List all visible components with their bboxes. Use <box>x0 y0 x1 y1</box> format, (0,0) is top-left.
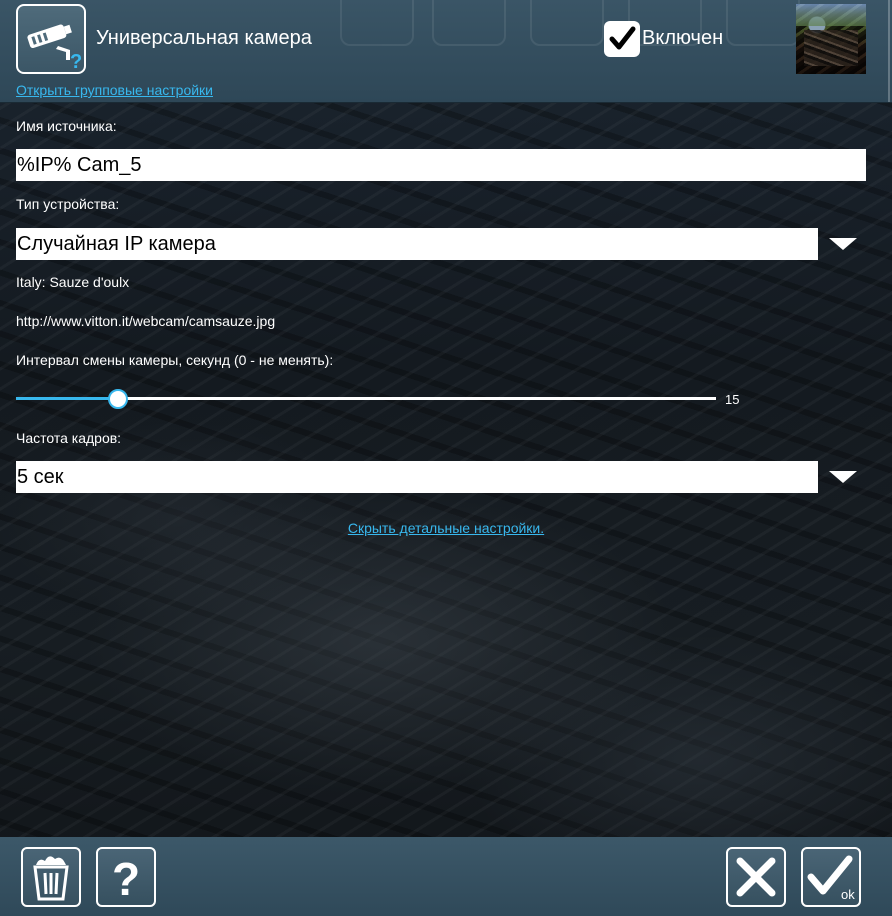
chevron-down-icon[interactable] <box>828 236 858 252</box>
ok-button[interactable]: ok <box>801 847 861 907</box>
chevron-down-icon[interactable] <box>828 469 858 485</box>
header-bar: ? Универсальная камера Открыть групповые… <box>0 0 892 103</box>
background-image <box>0 0 892 916</box>
slider-thumb[interactable] <box>108 389 129 409</box>
device-type-select[interactable]: Случайная IP камера <box>16 228 818 260</box>
frame-rate-select[interactable]: 5 сек <box>16 461 818 493</box>
delete-button[interactable] <box>21 847 81 907</box>
camera-url-text: http://www.vitton.it/webcam/camsauze.jpg <box>16 313 276 329</box>
source-type-button[interactable]: ? <box>16 4 86 74</box>
checkmark-icon: ok <box>807 855 855 902</box>
camera-location-text: Italy: Sauze d'oulx <box>16 274 130 290</box>
detail-link-row: Скрыть детальные настройки. <box>0 520 892 536</box>
interval-value: 15 <box>725 392 740 407</box>
question-mark-icon: ? <box>70 51 82 72</box>
svg-text:?: ? <box>112 853 140 905</box>
ok-label: ok <box>841 887 855 902</box>
surveillance-camera-icon: ? <box>27 24 82 72</box>
header-edge-divider <box>888 0 890 102</box>
page-title: Универсальная камера <box>96 27 312 49</box>
enabled-checkbox[interactable] <box>604 21 640 57</box>
slider-fill <box>16 397 119 400</box>
source-name-field[interactable]: %IP% Cam_5 <box>16 149 866 181</box>
help-button[interactable]: ? <box>96 847 156 907</box>
interval-label: Интервал смены камеры, секунд (0 - не ме… <box>16 352 334 368</box>
hide-details-link[interactable]: Скрыть детальные настройки. <box>348 520 544 536</box>
footer-bar: ? ok <box>0 837 892 916</box>
checkmark-icon <box>609 26 636 50</box>
close-x-icon <box>736 857 776 897</box>
cancel-button[interactable] <box>726 847 786 907</box>
interval-slider[interactable] <box>16 389 716 409</box>
source-name-label: Имя источника: <box>16 118 117 134</box>
trash-bin-icon <box>33 856 69 901</box>
device-type-label: Тип устройства: <box>16 196 120 212</box>
camera-preview-thumbnail[interactable] <box>796 4 866 74</box>
enabled-label: Включен <box>642 27 724 49</box>
question-mark-icon: ? <box>112 853 140 905</box>
frame-rate-label: Частота кадров: <box>16 430 122 446</box>
group-settings-link[interactable]: Открыть групповые настройки <box>16 82 213 98</box>
